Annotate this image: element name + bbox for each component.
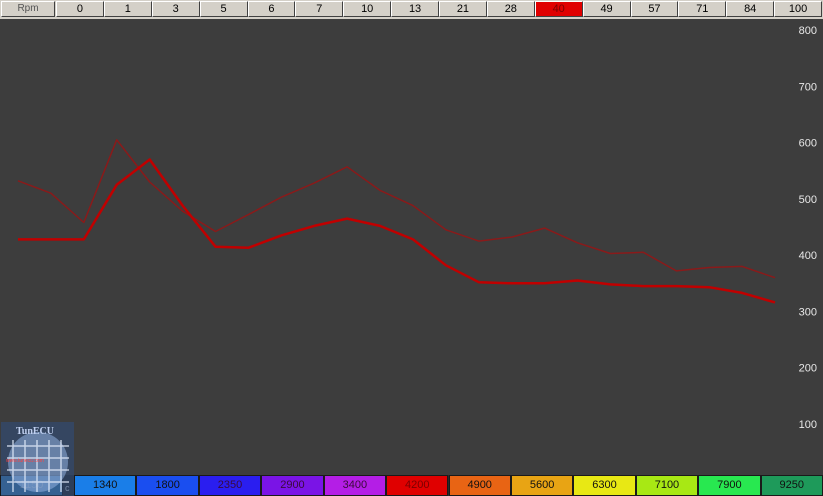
tune-map-window: Rpm 0 1 3 5 6 7 10 13 21 28 40 49 57 71 84 100 100 200 300… bbox=[0, 0, 823, 496]
column-header-49[interactable]: 49 bbox=[582, 1, 631, 17]
logo-url: www.tunecu.com bbox=[6, 458, 44, 464]
y-tick-label: 200 bbox=[799, 363, 817, 375]
y-tick-label: 400 bbox=[799, 250, 817, 262]
column-header-5[interactable]: 5 bbox=[199, 1, 248, 17]
y-tick-label: 500 bbox=[799, 194, 817, 206]
rpm-legend-7100[interactable]: 7100 bbox=[635, 475, 699, 496]
column-header-21[interactable]: 21 bbox=[439, 1, 487, 17]
column-header-40[interactable]: 40 bbox=[534, 1, 583, 17]
rpm-legend-5600[interactable]: 5600 bbox=[510, 475, 574, 496]
column-header-13[interactable]: 13 bbox=[391, 1, 439, 17]
column-header-71[interactable]: 71 bbox=[678, 1, 727, 17]
line-chart: 100 200 300 400 500 600 700 800 bbox=[17, 25, 817, 431]
logo-text: TunECU bbox=[16, 426, 54, 437]
column-header-84[interactable]: 84 bbox=[726, 1, 775, 17]
series-line-1 bbox=[17, 139, 776, 279]
rpm-legend-2900[interactable]: 2900 bbox=[261, 475, 324, 496]
column-header-28[interactable]: 28 bbox=[486, 1, 535, 17]
column-header-0[interactable]: 0 bbox=[56, 1, 104, 17]
rpm-legend-bar: 1150134018002350290034004200490056006300… bbox=[0, 475, 823, 496]
rpm-legend-7900[interactable]: 7900 bbox=[698, 475, 761, 496]
column-header-57[interactable]: 57 bbox=[630, 1, 679, 17]
column-header-100[interactable]: 100 bbox=[774, 1, 822, 17]
rpm-legend-3400[interactable]: 3400 bbox=[323, 475, 387, 496]
y-tick-label: 700 bbox=[799, 81, 817, 93]
column-header-10[interactable]: 10 bbox=[343, 1, 392, 17]
series-line-0 bbox=[18, 158, 776, 304]
column-header-bar: Rpm 0 1 3 5 6 7 10 13 21 28 40 49 57 71 84 100 bbox=[0, 0, 823, 19]
y-tick-label: 300 bbox=[799, 306, 817, 318]
rpm-legend-2350[interactable]: 2350 bbox=[198, 475, 262, 496]
rpm-legend-1340[interactable]: 1340 bbox=[74, 475, 137, 496]
rpm-header-label: Rpm bbox=[1, 1, 55, 17]
y-tick-label: 600 bbox=[799, 138, 817, 150]
column-header-1[interactable]: 1 bbox=[103, 1, 152, 17]
column-header-6[interactable]: 6 bbox=[247, 1, 296, 17]
rpm-legend-4900[interactable]: 4900 bbox=[448, 475, 511, 496]
rpm-legend-9250[interactable]: 9250 bbox=[760, 475, 823, 496]
column-header-3[interactable]: 3 bbox=[151, 1, 200, 17]
rpm-legend-6300[interactable]: 6300 bbox=[573, 475, 636, 496]
y-tick-label: 100 bbox=[799, 419, 817, 431]
y-tick-label: 800 bbox=[799, 25, 817, 37]
column-header-7[interactable]: 7 bbox=[295, 1, 344, 17]
rpm-legend-4200[interactable]: 4200 bbox=[386, 475, 449, 496]
rpm-legend-1800[interactable]: 1800 bbox=[136, 475, 199, 496]
